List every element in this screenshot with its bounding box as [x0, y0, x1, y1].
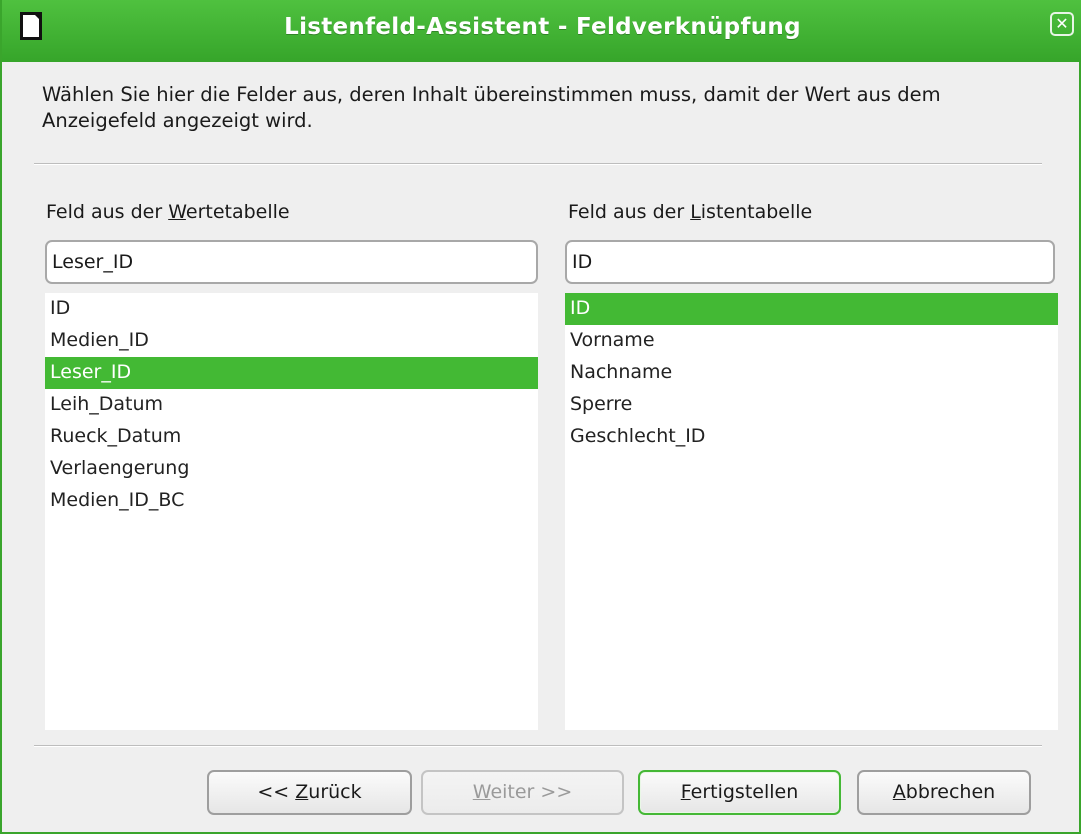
label-text: istentabelle — [700, 201, 813, 223]
button-mnemonic: Z — [295, 781, 309, 803]
button-text: << — [257, 781, 296, 803]
label-text: ertetabelle — [185, 201, 290, 223]
list-table-label: Feld aus der Listentabelle — [568, 201, 812, 223]
close-button[interactable]: ✕ — [1050, 12, 1074, 36]
list-item[interactable]: Medien_ID_BC — [45, 485, 538, 517]
button-text: eiter >> — [490, 781, 573, 803]
list-item[interactable]: Leih_Datum — [45, 389, 538, 421]
dialog-window: Listenfeld-Assistent - Feldverknüpfung ✕… — [0, 0, 1081, 834]
list-item[interactable]: Rueck_Datum — [45, 421, 538, 453]
list-item[interactable]: Leser_ID — [45, 357, 538, 389]
button-text: bbrechen — [905, 781, 996, 803]
window-title: Listenfeld-Assistent - Feldverknüpfung — [284, 14, 801, 40]
label-mnemonic: W — [168, 201, 186, 223]
value-table-field-input[interactable]: Leser_ID — [45, 240, 538, 284]
list-table-field-input[interactable]: ID — [565, 240, 1055, 284]
next-button[interactable]: Weiter >> — [421, 770, 624, 815]
list-item[interactable]: ID — [45, 293, 538, 325]
list-item[interactable]: Vorname — [565, 325, 1058, 357]
value-table-label: Feld aus der Wertetabelle — [46, 201, 290, 223]
title-bar[interactable]: Listenfeld-Assistent - Feldverknüpfung ✕ — [2, 0, 1081, 62]
list-table-field-list[interactable]: ID Vorname Nachname Sperre Geschlecht_ID — [565, 293, 1058, 730]
back-button[interactable]: << Zurück — [207, 770, 412, 815]
finish-button[interactable]: Fertigstellen — [638, 770, 841, 815]
button-mnemonic: W — [472, 781, 491, 803]
divider — [34, 163, 1042, 165]
label-text: Feld aus der — [46, 201, 169, 223]
label-text: Feld aus der — [568, 201, 691, 223]
list-item[interactable]: Geschlecht_ID — [565, 421, 1058, 453]
button-text: urück — [308, 781, 362, 803]
cancel-button[interactable]: Abbrechen — [857, 770, 1031, 815]
button-text: ertigstellen — [690, 781, 799, 803]
label-mnemonic: L — [690, 201, 701, 223]
divider — [34, 745, 1042, 747]
list-item[interactable]: Sperre — [565, 389, 1058, 421]
button-mnemonic: A — [892, 781, 906, 803]
instruction-text: Wählen Sie hier die Felder aus, deren In… — [42, 83, 941, 132]
value-table-field-list[interactable]: ID Medien_ID Leser_ID Leih_Datum Rueck_Datum… — [45, 293, 538, 730]
list-item[interactable]: ID — [565, 293, 1058, 325]
list-item[interactable]: Nachname — [565, 357, 1058, 389]
button-mnemonic: F — [680, 781, 691, 803]
list-item[interactable]: Medien_ID — [45, 325, 538, 357]
list-item[interactable]: Verlaengerung — [45, 453, 538, 485]
